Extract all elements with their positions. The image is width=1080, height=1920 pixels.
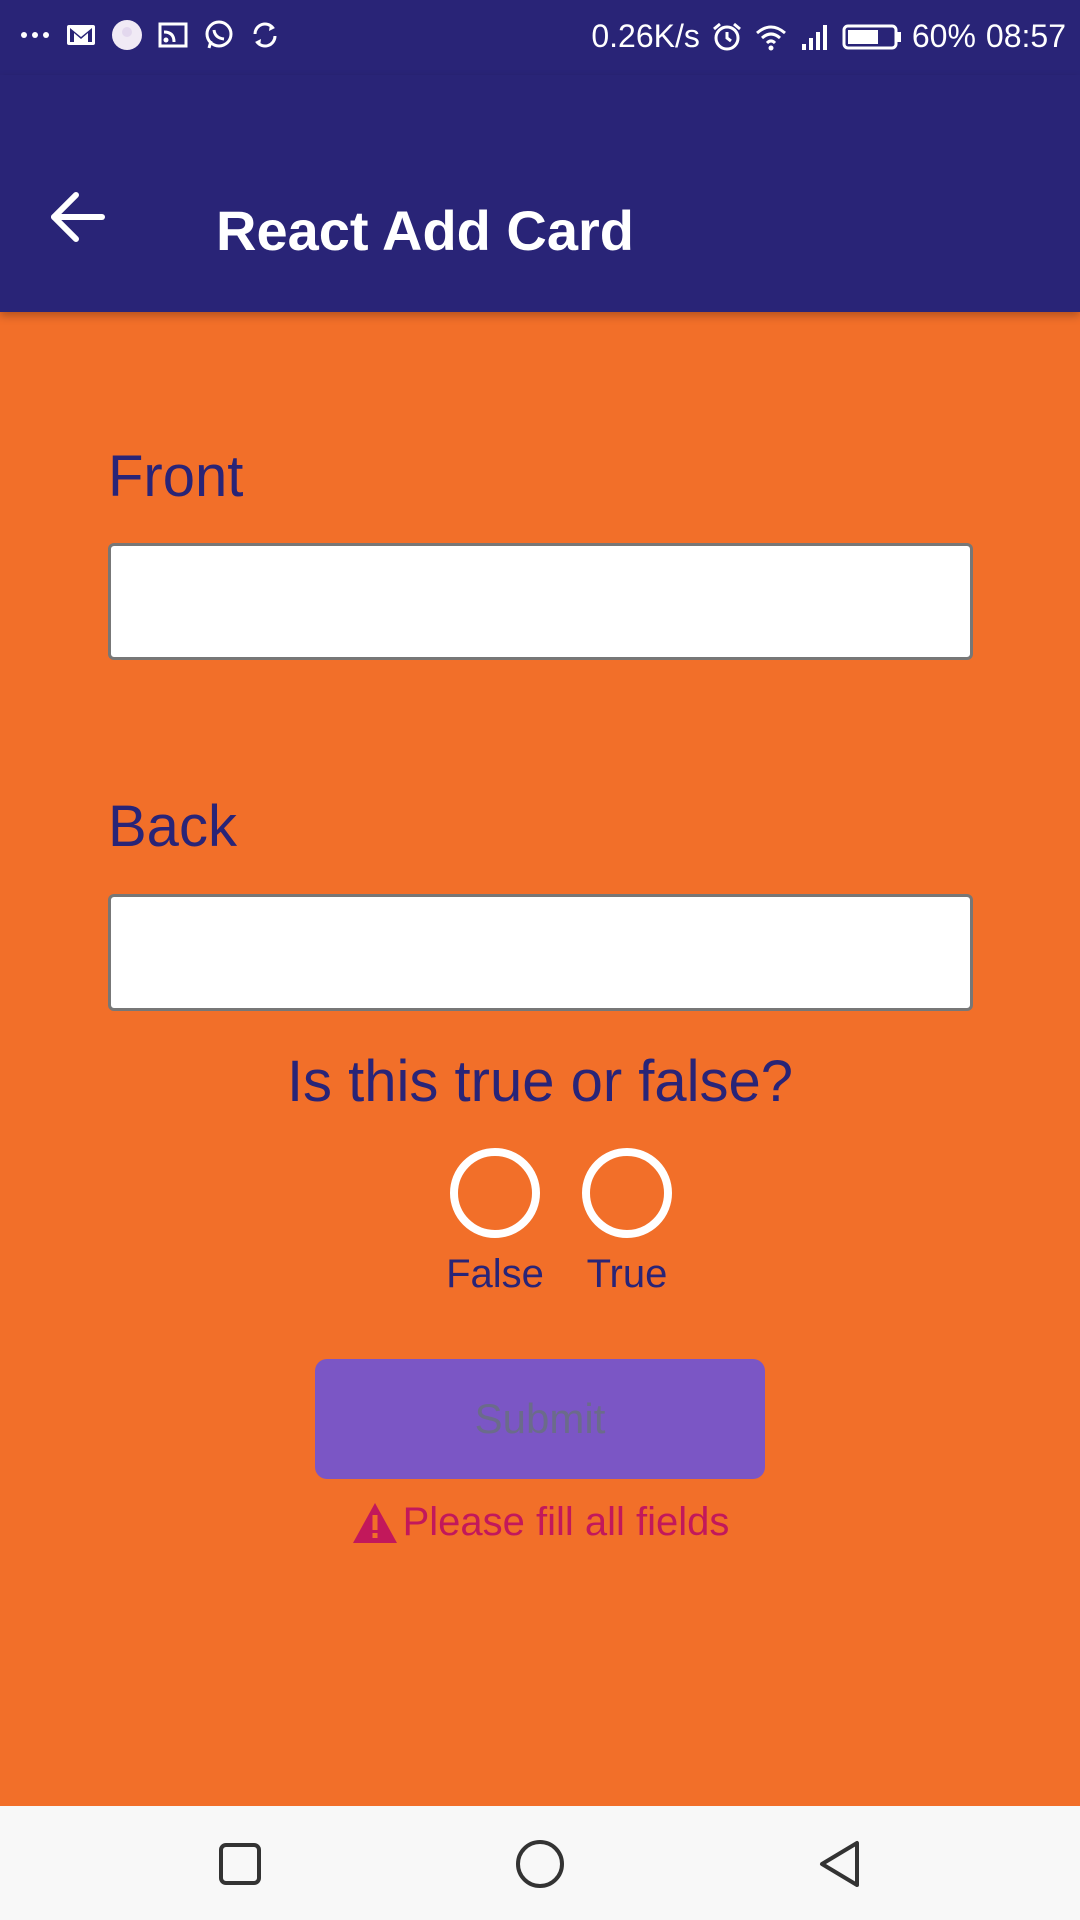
true-false-question: Is this true or false?: [286, 1049, 794, 1114]
arrow-left-icon: [51, 192, 105, 242]
error-message: Please fill all fields: [0, 1500, 1080, 1545]
sync-icon: [248, 18, 282, 52]
battery-level: 60%: [911, 18, 976, 54]
cast-icon: [156, 18, 190, 52]
recents-button[interactable]: [210, 1834, 270, 1894]
radio-option-true[interactable]: True: [578, 1148, 676, 1297]
back-button[interactable]: [40, 180, 115, 255]
true-false-radio-group: False True: [446, 1148, 676, 1297]
front-label: Front: [108, 444, 244, 509]
radio-option-false[interactable]: False: [446, 1148, 544, 1297]
avatar-icon: [110, 18, 144, 52]
status-right: 0.26K/s 60% 08:57: [591, 18, 1066, 55]
radio-true[interactable]: [582, 1148, 672, 1238]
warning-icon: [352, 1502, 397, 1543]
home-circle-icon: [516, 1840, 564, 1888]
front-input[interactable]: [108, 543, 973, 660]
app-bar: [0, 75, 1080, 312]
recents-square-icon: [219, 1843, 261, 1885]
clock: 08:57: [985, 18, 1066, 54]
status-left-icons: [18, 18, 282, 52]
gmail-icon: [64, 18, 98, 52]
radio-label-true: True: [586, 1252, 668, 1296]
network-speed: 0.26K/s: [591, 18, 700, 54]
alarm-icon: [710, 20, 744, 54]
back-input[interactable]: [108, 894, 973, 1011]
error-text: Please fill all fields: [402, 1500, 730, 1544]
submit-button[interactable]: Submit: [315, 1359, 765, 1479]
whatsapp-icon: [202, 18, 236, 52]
more-dots-icon: [18, 18, 52, 52]
radio-false[interactable]: [450, 1148, 540, 1238]
system-nav-bar: [0, 1806, 1080, 1920]
wifi-icon: [754, 20, 788, 54]
page-title: React Add Card: [216, 199, 635, 262]
status-bar: 0.26K/s 60% 08:57: [0, 0, 1080, 75]
home-button[interactable]: [510, 1834, 570, 1894]
back-triangle-icon: [820, 1841, 859, 1887]
radio-label-false: False: [446, 1252, 544, 1296]
system-back-button[interactable]: [810, 1834, 870, 1894]
signal-icon: [798, 20, 832, 54]
back-label: Back: [108, 794, 237, 859]
battery-icon: [842, 20, 902, 54]
